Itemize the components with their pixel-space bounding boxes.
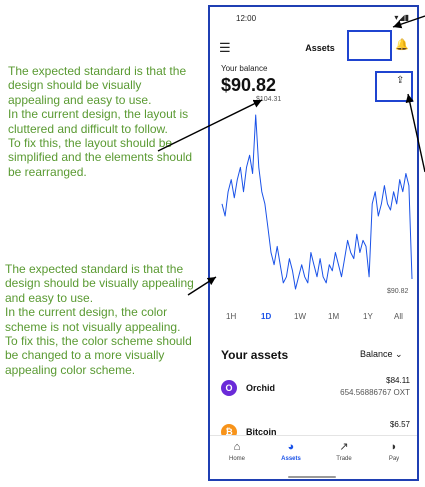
nav-label: Home bbox=[228, 456, 245, 462]
price-chart[interactable] bbox=[210, 99, 417, 309]
menu-icon[interactable]: ☰ bbox=[219, 40, 231, 56]
assets-heading: Your assets bbox=[221, 348, 289, 362]
nav-trade[interactable]: ↗ Trade bbox=[324, 440, 364, 462]
sort-dropdown[interactable]: Balance ⌄ bbox=[360, 349, 403, 360]
range-1d[interactable]: 1D bbox=[261, 312, 271, 321]
range-1m[interactable]: 1M bbox=[328, 312, 339, 321]
asset-name: Orchid bbox=[246, 383, 276, 393]
asset-quantity: 654.56886767 OXT bbox=[340, 388, 410, 397]
pay-icon: ◗ bbox=[390, 441, 398, 453]
status-time: 12:00 bbox=[236, 14, 257, 23]
range-1h[interactable]: 1H bbox=[226, 312, 236, 321]
nav-label: Pay bbox=[388, 456, 400, 462]
balance-value: $90.82 bbox=[221, 75, 277, 95]
highlight-box-header bbox=[347, 30, 392, 61]
range-1y[interactable]: 1Y bbox=[363, 312, 373, 321]
annotation-color: The expected standard is that the design… bbox=[5, 262, 194, 377]
balance-label: Your balance bbox=[221, 64, 268, 73]
range-1w[interactable]: 1W bbox=[294, 312, 306, 321]
pie-chart-icon: ◕ bbox=[287, 441, 295, 453]
page-title: Assets bbox=[305, 43, 335, 53]
nav-assets[interactable]: ◕ Assets bbox=[271, 440, 311, 462]
phone-screen: 12:00 ▾◢▮ ☰ Assets 🔔 Your balance $90.82… bbox=[208, 5, 419, 481]
bottom-nav: ⌂ Home ◕ Assets ↗ Trade ◗ Pay bbox=[210, 435, 417, 479]
price-line bbox=[221, 114, 413, 290]
home-icon: ⌂ bbox=[233, 441, 241, 453]
asset-value: $6.57 bbox=[389, 420, 410, 429]
bell-icon[interactable]: 🔔 bbox=[395, 38, 409, 51]
range-all[interactable]: All bbox=[394, 312, 403, 321]
nav-home[interactable]: ⌂ Home bbox=[217, 440, 257, 462]
range-selector: 1H 1D 1W 1M 1Y All bbox=[210, 312, 417, 326]
highlight-box-share bbox=[375, 71, 413, 102]
nav-label: Trade bbox=[336, 456, 352, 462]
nav-label: Assets bbox=[281, 456, 301, 462]
asset-value: $84.11 bbox=[386, 376, 410, 385]
status-icons: ▾◢▮ bbox=[394, 13, 409, 22]
orchid-icon: O bbox=[221, 380, 237, 396]
trade-chart-icon: ↗ bbox=[339, 441, 349, 453]
nav-pay[interactable]: ◗ Pay bbox=[374, 440, 414, 462]
home-indicator bbox=[288, 476, 336, 478]
chart-min-label: $90.82 bbox=[387, 288, 409, 295]
annotation-layout: The expected standard is that the design… bbox=[8, 64, 193, 179]
